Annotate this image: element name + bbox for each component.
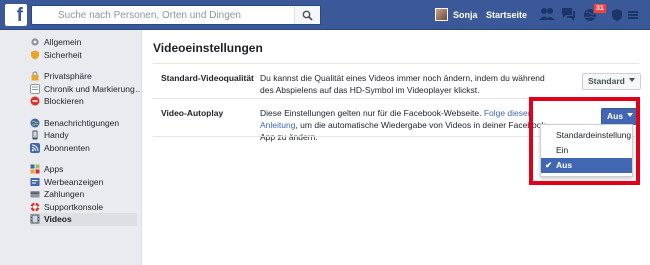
sidebar-item-label: Handy <box>44 130 69 141</box>
sidebar-group: Allgemein Sicherheit <box>30 36 137 61</box>
quality-label: Standard-Videoqualität <box>161 73 254 83</box>
lock-icon <box>31 71 39 81</box>
sidebar-group: Privatsphäre Chronik und Markierung… Blo… <box>30 70 143 108</box>
search-box <box>31 5 321 25</box>
sidebar-item-label: Allgemein <box>44 37 82 48</box>
home-link[interactable]: Startseite <box>486 10 527 20</box>
globe-icon <box>30 118 40 128</box>
sidebar-item-label: Blockieren <box>44 96 84 107</box>
sidebar-item-timeline[interactable]: Chronik und Markierung… <box>30 83 143 96</box>
messages-icon[interactable] <box>561 7 576 21</box>
highlight-box <box>529 97 640 185</box>
notification-badge: 31 <box>593 3 607 14</box>
autoplay-description-text: Diese Einstellungen gelten nur für die F… <box>260 108 484 118</box>
film-icon <box>30 214 40 224</box>
autoplay-description-text-end: , um die automatische Wiedergabe von Vid… <box>260 120 549 142</box>
sidebar-item-label: Zahlungen <box>44 189 85 200</box>
settings-sidebar: Allgemein Sicherheit Privatsphäre Chroni… <box>30 36 143 235</box>
sidebar-item-security[interactable]: Sicherheit <box>30 49 137 62</box>
chevron-down-icon <box>628 78 635 82</box>
sidebar-item-general[interactable]: Allgemein <box>30 36 137 49</box>
page-title: Videoeinstellungen <box>153 41 263 55</box>
sidebar-item-payments[interactable]: Zahlungen <box>30 188 137 201</box>
sidebar-item-followers[interactable]: Abonnenten <box>30 142 137 155</box>
block-icon <box>30 96 40 106</box>
quality-dropdown-value: Standard <box>588 76 625 86</box>
timeline-icon <box>30 83 40 94</box>
ads-icon <box>30 177 40 186</box>
facebook-logo[interactable]: f <box>5 4 27 26</box>
gear-icon <box>31 38 39 46</box>
divider <box>153 63 639 64</box>
rss-icon <box>30 142 40 153</box>
sidebar-item-blocking[interactable]: Blockieren <box>30 95 137 108</box>
card-icon <box>30 191 40 198</box>
sidebar-item-privacy[interactable]: Privatsphäre <box>30 70 137 83</box>
sidebar-group: Apps Werbeanzeigen Zahlungen Supportkons… <box>30 163 137 226</box>
sidebar-item-label: Privatsphäre <box>44 71 92 82</box>
sidebar-item-label: Benachrichtigungen <box>44 117 120 128</box>
sidebar-item-label: Apps <box>44 164 64 175</box>
search-icon <box>302 10 313 21</box>
sidebar-item-label: Videos <box>44 214 72 225</box>
sidebar-item-label: Sicherheit <box>44 49 82 60</box>
top-bar: f Sonja Startseite 31 <box>0 0 650 30</box>
sidebar-item-label: Abonnenten <box>44 142 90 153</box>
autoplay-description: Diese Einstellungen gelten nur für die F… <box>260 107 555 143</box>
search-button[interactable] <box>294 6 320 24</box>
search-input[interactable] <box>32 6 292 24</box>
sidebar-item-mobile[interactable]: Handy <box>30 129 137 142</box>
quality-dropdown-button[interactable]: Standard <box>582 73 641 90</box>
autoplay-label: Video-Autoplay <box>161 108 224 118</box>
sidebar-item-videos[interactable]: Videos <box>30 213 137 226</box>
friend-requests-icon[interactable] <box>539 7 555 21</box>
sidebar-item-label: Supportkonsole <box>44 201 104 212</box>
sidebar-item-label: Werbeanzeigen <box>44 176 104 187</box>
quality-description: Du kannst die Qualität eines Videos imme… <box>260 73 545 95</box>
shield-icon <box>31 50 39 60</box>
phone-icon <box>32 130 38 140</box>
sidebar-item-ads[interactable]: Werbeanzeigen <box>30 176 137 189</box>
sidebar-item-support[interactable]: Supportkonsole <box>30 201 137 214</box>
sidebar-item-apps[interactable]: Apps <box>30 163 137 176</box>
avatar[interactable] <box>435 8 448 21</box>
sidebar-item-notifications[interactable]: Benachrichtigungen <box>30 117 137 130</box>
profile-link[interactable]: Sonja <box>453 10 478 20</box>
apps-icon <box>30 164 40 174</box>
account-menu-icon[interactable] <box>628 11 638 19</box>
privacy-shortcuts-icon[interactable] <box>610 8 624 22</box>
sidebar-group: Benachrichtigungen Handy Abonnenten <box>30 117 137 155</box>
lifebuoy-icon <box>30 202 40 212</box>
sidebar-item-label: Chronik und Markierung… <box>44 83 144 94</box>
